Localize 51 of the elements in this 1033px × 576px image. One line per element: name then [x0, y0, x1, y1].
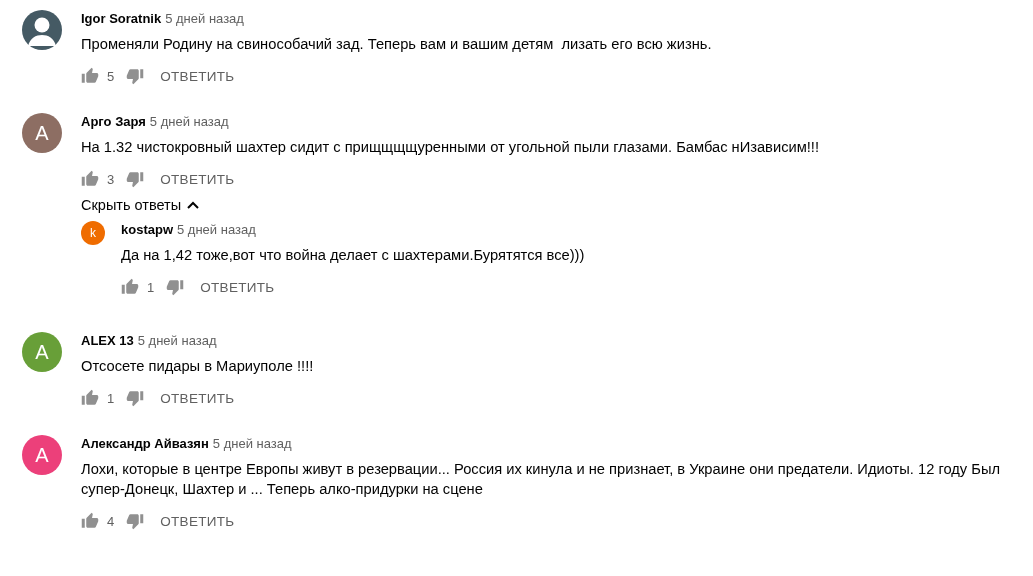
dislike-button[interactable] [126, 512, 145, 530]
reply-button[interactable]: ОТВЕТИТЬ [144, 390, 235, 406]
thumbs-up-icon [81, 170, 99, 188]
like-button[interactable] [121, 278, 139, 296]
thumbs-down-icon [126, 67, 145, 85]
reply-button[interactable]: ОТВЕТИТЬ [144, 513, 235, 529]
avatar: A [22, 332, 62, 372]
comment-time[interactable]: 5 дней назад [137, 332, 217, 350]
comment-time[interactable]: 5 дней назад [177, 221, 256, 239]
thumbs-up-icon [81, 512, 99, 530]
comment-text: Променяли Родину на свинособачий зад. Теперь вам и вашим детям лизать его всю жизнь. [81, 35, 713, 54]
comment-text: Отсосете пидары в Мариуполе !!!! [81, 357, 315, 376]
like-button[interactable] [81, 389, 99, 407]
like-count: 5 [107, 68, 115, 84]
thumbs-down-icon [166, 278, 185, 296]
avatar: А [22, 113, 62, 153]
comment-text: На 1.32 чистокровный шахтер сидит с прищщщщуренными от угольной пыли глазами. Бамбас нИзависим!!! [81, 138, 821, 157]
avatar: k [81, 221, 105, 245]
like-count: 1 [107, 390, 115, 406]
dislike-button[interactable] [126, 389, 145, 407]
dislike-button[interactable] [166, 278, 185, 296]
comment-time[interactable]: 5 дней назад [149, 113, 229, 131]
like-button[interactable] [81, 170, 99, 188]
dislike-button[interactable] [126, 67, 145, 85]
author-name[interactable]: Igor Soratnik [81, 10, 162, 28]
author-name[interactable]: kostapw [121, 221, 173, 239]
like-button[interactable] [81, 512, 99, 530]
comment-time[interactable]: 5 дней назад [212, 435, 292, 453]
thumbs-down-icon [126, 512, 145, 530]
caret-icon [187, 201, 200, 209]
reply-button[interactable]: ОТВЕТИТЬ [144, 171, 235, 187]
comment-time[interactable]: 5 дней назад [165, 10, 244, 28]
avatar: А [22, 435, 62, 475]
thumbs-up-icon [121, 278, 139, 296]
dislike-button[interactable] [126, 170, 145, 188]
thumbs-down-icon [126, 170, 145, 188]
like-button[interactable] [81, 67, 99, 85]
thumbs-up-icon [81, 389, 99, 407]
like-count: 1 [147, 279, 155, 295]
author-name[interactable]: ALEX 13 [81, 332, 134, 350]
author-name[interactable]: Александр Айвазян [81, 435, 209, 453]
thumbs-up-icon [81, 67, 99, 85]
comment-text: Да на 1,42 тоже,вот что война делает с шахтерами.Бурятятся все))) [121, 246, 586, 265]
like-count: 3 [107, 171, 115, 187]
reply-button[interactable]: ОТВЕТИТЬ [184, 279, 275, 295]
comment-text: Лохи, которые в центре Европы живут в резервации... Россия их кинула и не признает, в Украине они предатели. Идиоты. 12 году Был супер-Донецк, Шахтер и ... Теперь алко-придурки на сцене [81, 460, 1002, 499]
like-count: 4 [107, 513, 115, 529]
author-name[interactable]: Арго Заря [81, 113, 146, 131]
thumbs-down-icon [126, 389, 145, 407]
reply-button[interactable]: ОТВЕТИТЬ [144, 68, 235, 84]
replies-toggle[interactable]: Скрыть ответы [81, 197, 200, 213]
